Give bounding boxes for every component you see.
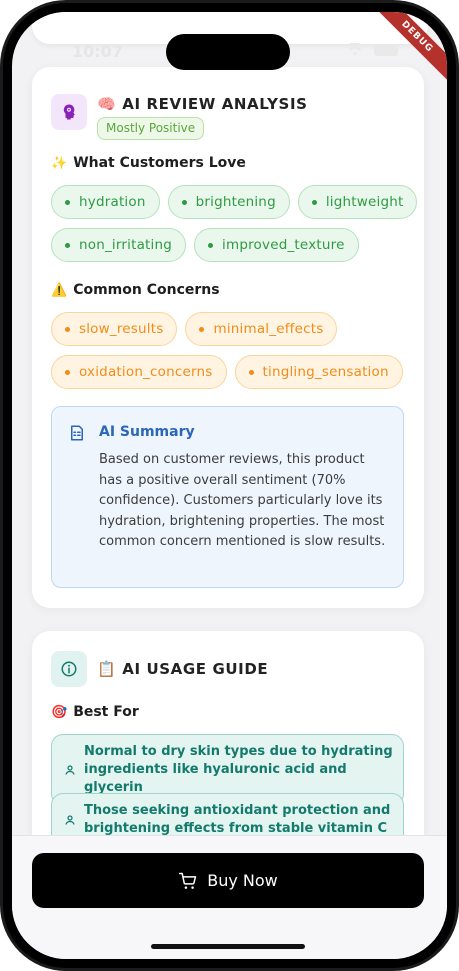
review-card-header: 🧠 AI REVIEW ANALYSIS Mostly Positive	[51, 94, 411, 140]
brain-head-icon	[51, 94, 87, 130]
chip-dot-icon	[199, 326, 205, 332]
love-chip-label: improved_texture	[222, 237, 345, 253]
person-icon	[65, 815, 75, 825]
love-chip[interactable]: improved_texture	[194, 228, 359, 262]
concern-chip-label: minimal_effects	[213, 321, 324, 337]
love-section-label: ✨ What Customers Love	[51, 155, 246, 171]
concern-chip-label: oxidation_concerns	[79, 364, 213, 380]
home-indicator[interactable]	[151, 944, 305, 949]
concern-section-label: ⚠️ Common Concerns	[51, 282, 220, 298]
buy-now-button[interactable]: Buy Now	[32, 853, 424, 908]
concern-chip[interactable]: minimal_effects	[185, 312, 338, 346]
concern-chip[interactable]: tingling_sensation	[234, 355, 403, 389]
love-chip-label: lightweight	[325, 194, 404, 210]
wifi-icon	[346, 43, 364, 56]
ai-summary-title: AI Summary	[99, 424, 195, 440]
scroll-content[interactable]: 🧠 AI REVIEW ANALYSIS Mostly Positive ✨ Wha…	[12, 12, 447, 959]
dynamic-island	[166, 34, 290, 70]
chip-dot-icon	[311, 199, 317, 205]
love-chip[interactable]: lightweight	[297, 185, 418, 219]
sentiment-badge: Mostly Positive	[97, 117, 205, 140]
best-for-label-text: Best For	[73, 704, 139, 720]
battery-icon	[374, 45, 398, 56]
bottom-action-bar: Buy Now	[12, 835, 447, 959]
screen: 🧠 AI REVIEW ANALYSIS Mostly Positive ✨ Wha…	[12, 12, 447, 959]
love-chip-row-1: hydration brightening lightweight	[51, 185, 418, 219]
cart-icon	[179, 872, 197, 889]
status-bar: 10:07	[12, 12, 447, 70]
love-chip[interactable]: hydration	[51, 185, 160, 219]
concern-chip[interactable]: slow_results	[51, 312, 178, 346]
person-icon	[65, 765, 75, 775]
chip-dot-icon	[208, 242, 214, 248]
love-chip[interactable]: non_irritating	[51, 228, 187, 262]
concern-chip-row-1: slow_results minimal_effects	[51, 312, 338, 346]
chip-dot-icon	[248, 369, 254, 375]
review-title-text: AI REVIEW ANALYSIS	[122, 95, 308, 113]
warning-icon: ⚠️	[51, 283, 68, 298]
love-label-text: What Customers Love	[73, 155, 246, 171]
usage-card-header: 📋 AI USAGE GUIDE	[51, 651, 411, 687]
brain-emoji-icon: 🧠	[97, 95, 117, 113]
document-icon	[71, 425, 83, 441]
love-chip-label: non_irritating	[79, 237, 173, 253]
concern-chip-label: slow_results	[79, 321, 164, 337]
chip-dot-icon	[65, 242, 70, 248]
chip-dot-icon	[65, 326, 70, 332]
chip-dot-icon	[65, 369, 70, 375]
usage-title-text: AI USAGE GUIDE	[122, 660, 269, 678]
ai-summary-text: Based on customer reviews, this product …	[99, 452, 386, 549]
chip-dot-icon	[65, 199, 70, 205]
info-icon	[51, 651, 87, 687]
ai-summary-box: AI Summary Based on customer reviews, th…	[51, 406, 404, 588]
target-icon: 🎯	[51, 705, 68, 720]
buy-now-label: Buy Now	[207, 871, 278, 890]
best-for-section-label: 🎯 Best For	[51, 704, 139, 720]
phone-frame: 🧠 AI REVIEW ANALYSIS Mostly Positive ✨ Wha…	[0, 0, 459, 971]
concern-label-text: Common Concerns	[73, 282, 220, 298]
best-for-item-text: Normal to dry skin types due to hydratin…	[84, 744, 393, 795]
love-chip-label: brightening	[195, 194, 276, 210]
clipboard-emoji-icon: 📋	[97, 660, 117, 678]
concern-chip-row-2: oxidation_concerns tingling_sensation	[51, 355, 403, 389]
review-analysis-card: 🧠 AI REVIEW ANALYSIS Mostly Positive ✨ Wha…	[32, 67, 424, 608]
love-chip-row-2: non_irritating improved_texture	[51, 228, 359, 262]
best-for-item-text: Those seeking antioxidant protection and…	[84, 803, 391, 836]
love-chip-label: hydration	[79, 194, 146, 210]
chip-dot-icon	[181, 199, 187, 205]
concern-chip-label: tingling_sensation	[262, 364, 389, 380]
sparkles-icon: ✨	[51, 156, 68, 171]
concern-chip[interactable]: oxidation_concerns	[51, 355, 227, 389]
love-chip[interactable]: brightening	[167, 185, 290, 219]
status-time: 10:07	[72, 42, 123, 61]
usage-card-title: 📋 AI USAGE GUIDE	[97, 660, 268, 678]
review-card-title: 🧠 AI REVIEW ANALYSIS	[97, 95, 308, 113]
